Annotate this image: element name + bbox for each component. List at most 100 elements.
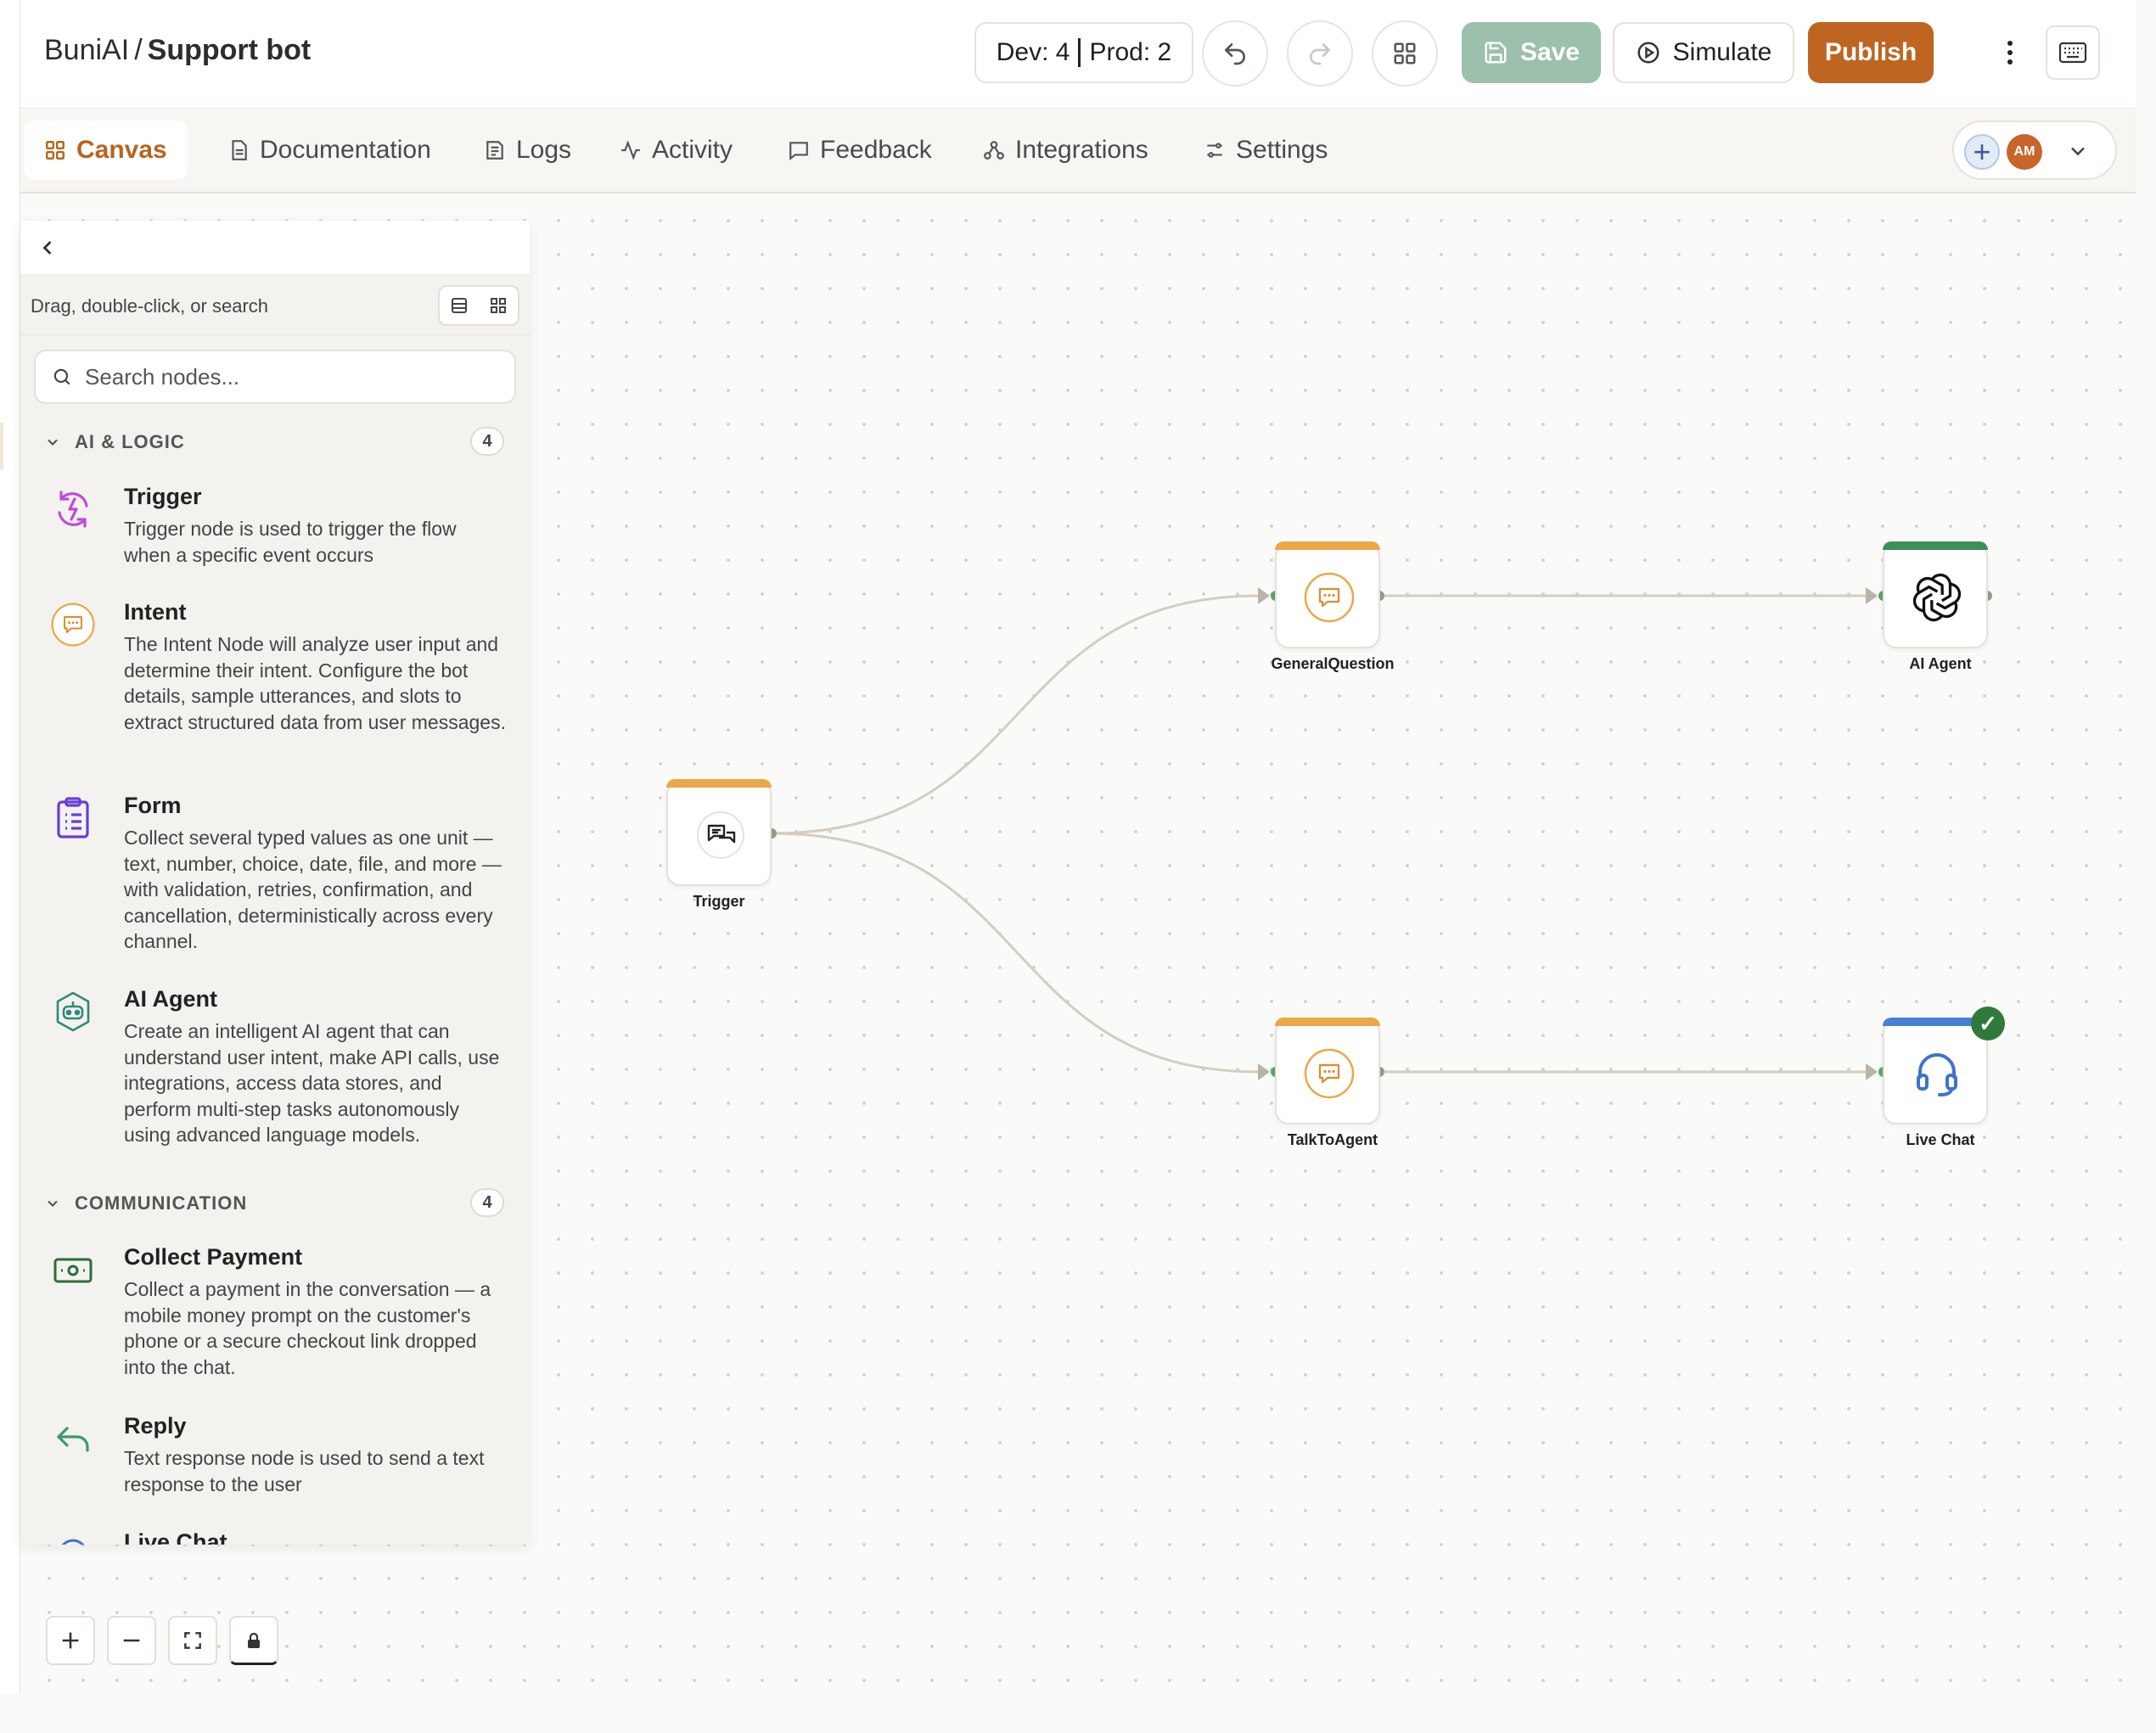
palette-node-title: Intent xyxy=(124,599,187,625)
zoom-in-button[interactable] xyxy=(46,1616,95,1665)
palette-node-title: Trigger xyxy=(124,484,202,509)
search-input[interactable] xyxy=(85,363,492,390)
version-divider xyxy=(1078,38,1081,67)
integrations-icon xyxy=(984,141,1004,160)
flow-node-general-question[interactable] xyxy=(1275,541,1380,648)
palette-node-description: The Intent Node will analyze user input … xyxy=(124,633,506,733)
edge-arrow xyxy=(1866,587,1878,604)
grid-view-icon[interactable] xyxy=(488,295,508,316)
tab-logs[interactable]: Logs xyxy=(463,121,592,180)
headset-icon xyxy=(48,1529,98,1545)
node-palette: Drag, double-click, or search AI & LOGIC… xyxy=(20,221,530,1545)
flow-node-talk-to-agent[interactable] xyxy=(1275,1018,1380,1124)
robot-icon xyxy=(48,986,98,1037)
undo-icon xyxy=(1225,43,1245,65)
edge-trigger-talk[interactable] xyxy=(771,832,1260,1074)
reply-arrow-icon xyxy=(48,1413,98,1464)
view-toggle xyxy=(438,285,519,326)
simulate-button[interactable]: Simulate xyxy=(1613,22,1794,83)
node-accent-bar xyxy=(1275,541,1380,550)
tab-integrations[interactable]: Integrations xyxy=(963,121,1169,180)
tab-label: Activity xyxy=(652,136,733,164)
status-ok-badge: ✓ xyxy=(1971,1007,2005,1040)
tab-label: Feedback xyxy=(820,136,932,164)
chat-bubble-icon xyxy=(1303,571,1356,624)
zoom-out-button[interactable] xyxy=(107,1616,156,1665)
add-collaborator-button[interactable]: + xyxy=(1964,134,2000,170)
section-header-ai-logic[interactable]: AI & LOGIC xyxy=(44,431,185,453)
save-label: Save xyxy=(1519,38,1581,66)
tab-label: Canvas xyxy=(76,136,167,164)
publish-label: Publish xyxy=(1824,38,1917,66)
chat-bubble-icon xyxy=(1303,1047,1356,1100)
chevron-down-icon[interactable] xyxy=(2066,139,2090,163)
layout-button[interactable] xyxy=(1372,20,1438,87)
version-indicator[interactable]: Dev: 4 Prod: 2 xyxy=(974,22,1193,83)
flow-node-ai-agent[interactable] xyxy=(1883,541,1988,648)
flow-node-trigger[interactable] xyxy=(666,779,772,886)
palette-node-title: Collect Payment xyxy=(124,1244,303,1270)
list-view-icon[interactable] xyxy=(449,295,469,316)
undo-button[interactable] xyxy=(1202,20,1268,87)
tab-feedback[interactable]: Feedback xyxy=(767,121,952,180)
tab-settings[interactable]: Settings xyxy=(1183,121,1348,180)
tab-canvas[interactable]: Canvas xyxy=(24,121,188,180)
chevron-down-icon xyxy=(48,1200,58,1208)
flow-node-label: AI Agent xyxy=(1909,655,1972,672)
chat-bubble-icon xyxy=(48,599,98,650)
breadcrumb-workspace[interactable]: BuniAI xyxy=(44,34,129,66)
rail-marker xyxy=(0,423,3,470)
more-vertical-icon xyxy=(2007,41,2013,64)
lightning-refresh-icon xyxy=(48,484,98,535)
node-accent-bar xyxy=(1883,541,1988,550)
lock-canvas-button[interactable] xyxy=(229,1616,278,1665)
palette-hint: Drag, double-click, or search xyxy=(31,295,269,317)
flow-node-live-chat[interactable] xyxy=(1883,1018,1988,1124)
palette-node-title: Reply xyxy=(124,1413,187,1439)
palette-node-description: Collect a payment in the conversation — … xyxy=(124,1278,491,1378)
canvas-controls xyxy=(46,1616,278,1665)
tab-label: Logs xyxy=(516,136,572,164)
more-options-button[interactable] xyxy=(1991,34,2029,71)
grid-icon xyxy=(1394,42,1416,64)
chevron-left-icon[interactable] xyxy=(36,236,59,260)
dev-version: Dev: 4 xyxy=(996,38,1070,66)
save-button[interactable]: Save xyxy=(1462,22,1601,83)
palette-node-title: Form xyxy=(124,793,182,818)
tab-activity[interactable]: Activity xyxy=(599,121,753,180)
section-title: AI & LOGIC xyxy=(75,431,185,452)
grid-icon xyxy=(46,141,65,160)
minus-icon xyxy=(123,1639,140,1642)
publish-button[interactable]: Publish xyxy=(1808,22,1934,83)
divider xyxy=(20,334,530,335)
edge-arrow xyxy=(1258,587,1270,604)
plus-icon xyxy=(62,1632,79,1649)
redo-icon xyxy=(1310,43,1330,65)
chat-bubbles-icon xyxy=(694,809,747,861)
tab-bar: Canvas Documentation Logs Activity Feedb… xyxy=(20,110,2136,193)
search-box[interactable] xyxy=(34,350,516,404)
edge-trigger-general[interactable] xyxy=(771,594,1260,835)
section-count: 4 xyxy=(470,1188,504,1217)
tab-label: Settings xyxy=(1236,136,1328,164)
breadcrumb-separator: / xyxy=(134,34,143,66)
palette-node-description: Collect several typed values as one unit… xyxy=(124,827,502,952)
search-icon xyxy=(53,368,70,385)
sliders-icon xyxy=(1207,143,1222,158)
play-circle-icon xyxy=(1637,42,1659,64)
left-rail xyxy=(0,0,20,1693)
keyboard-icon xyxy=(2058,42,2087,64)
section-header-communication[interactable]: COMMUNICATION xyxy=(44,1192,247,1214)
top-bar: BuniAI / Support bot Dev: 4 Prod: 2 Save Si… xyxy=(20,0,2136,109)
redo-button[interactable] xyxy=(1287,20,1353,87)
message-square-icon xyxy=(789,142,808,161)
edge-arrow xyxy=(1866,1063,1878,1080)
collaborators[interactable]: + AM xyxy=(1952,121,2117,180)
palette-node-description: Trigger node is used to trigger the flow… xyxy=(124,518,457,566)
keyboard-shortcuts-button[interactable] xyxy=(2046,25,2100,80)
tab-documentation[interactable]: Documentation xyxy=(207,121,452,180)
fit-view-button[interactable] xyxy=(168,1616,217,1665)
section-count: 4 xyxy=(470,427,504,456)
section-title: COMMUNICATION xyxy=(75,1192,248,1214)
avatar[interactable]: AM xyxy=(2007,134,2042,170)
